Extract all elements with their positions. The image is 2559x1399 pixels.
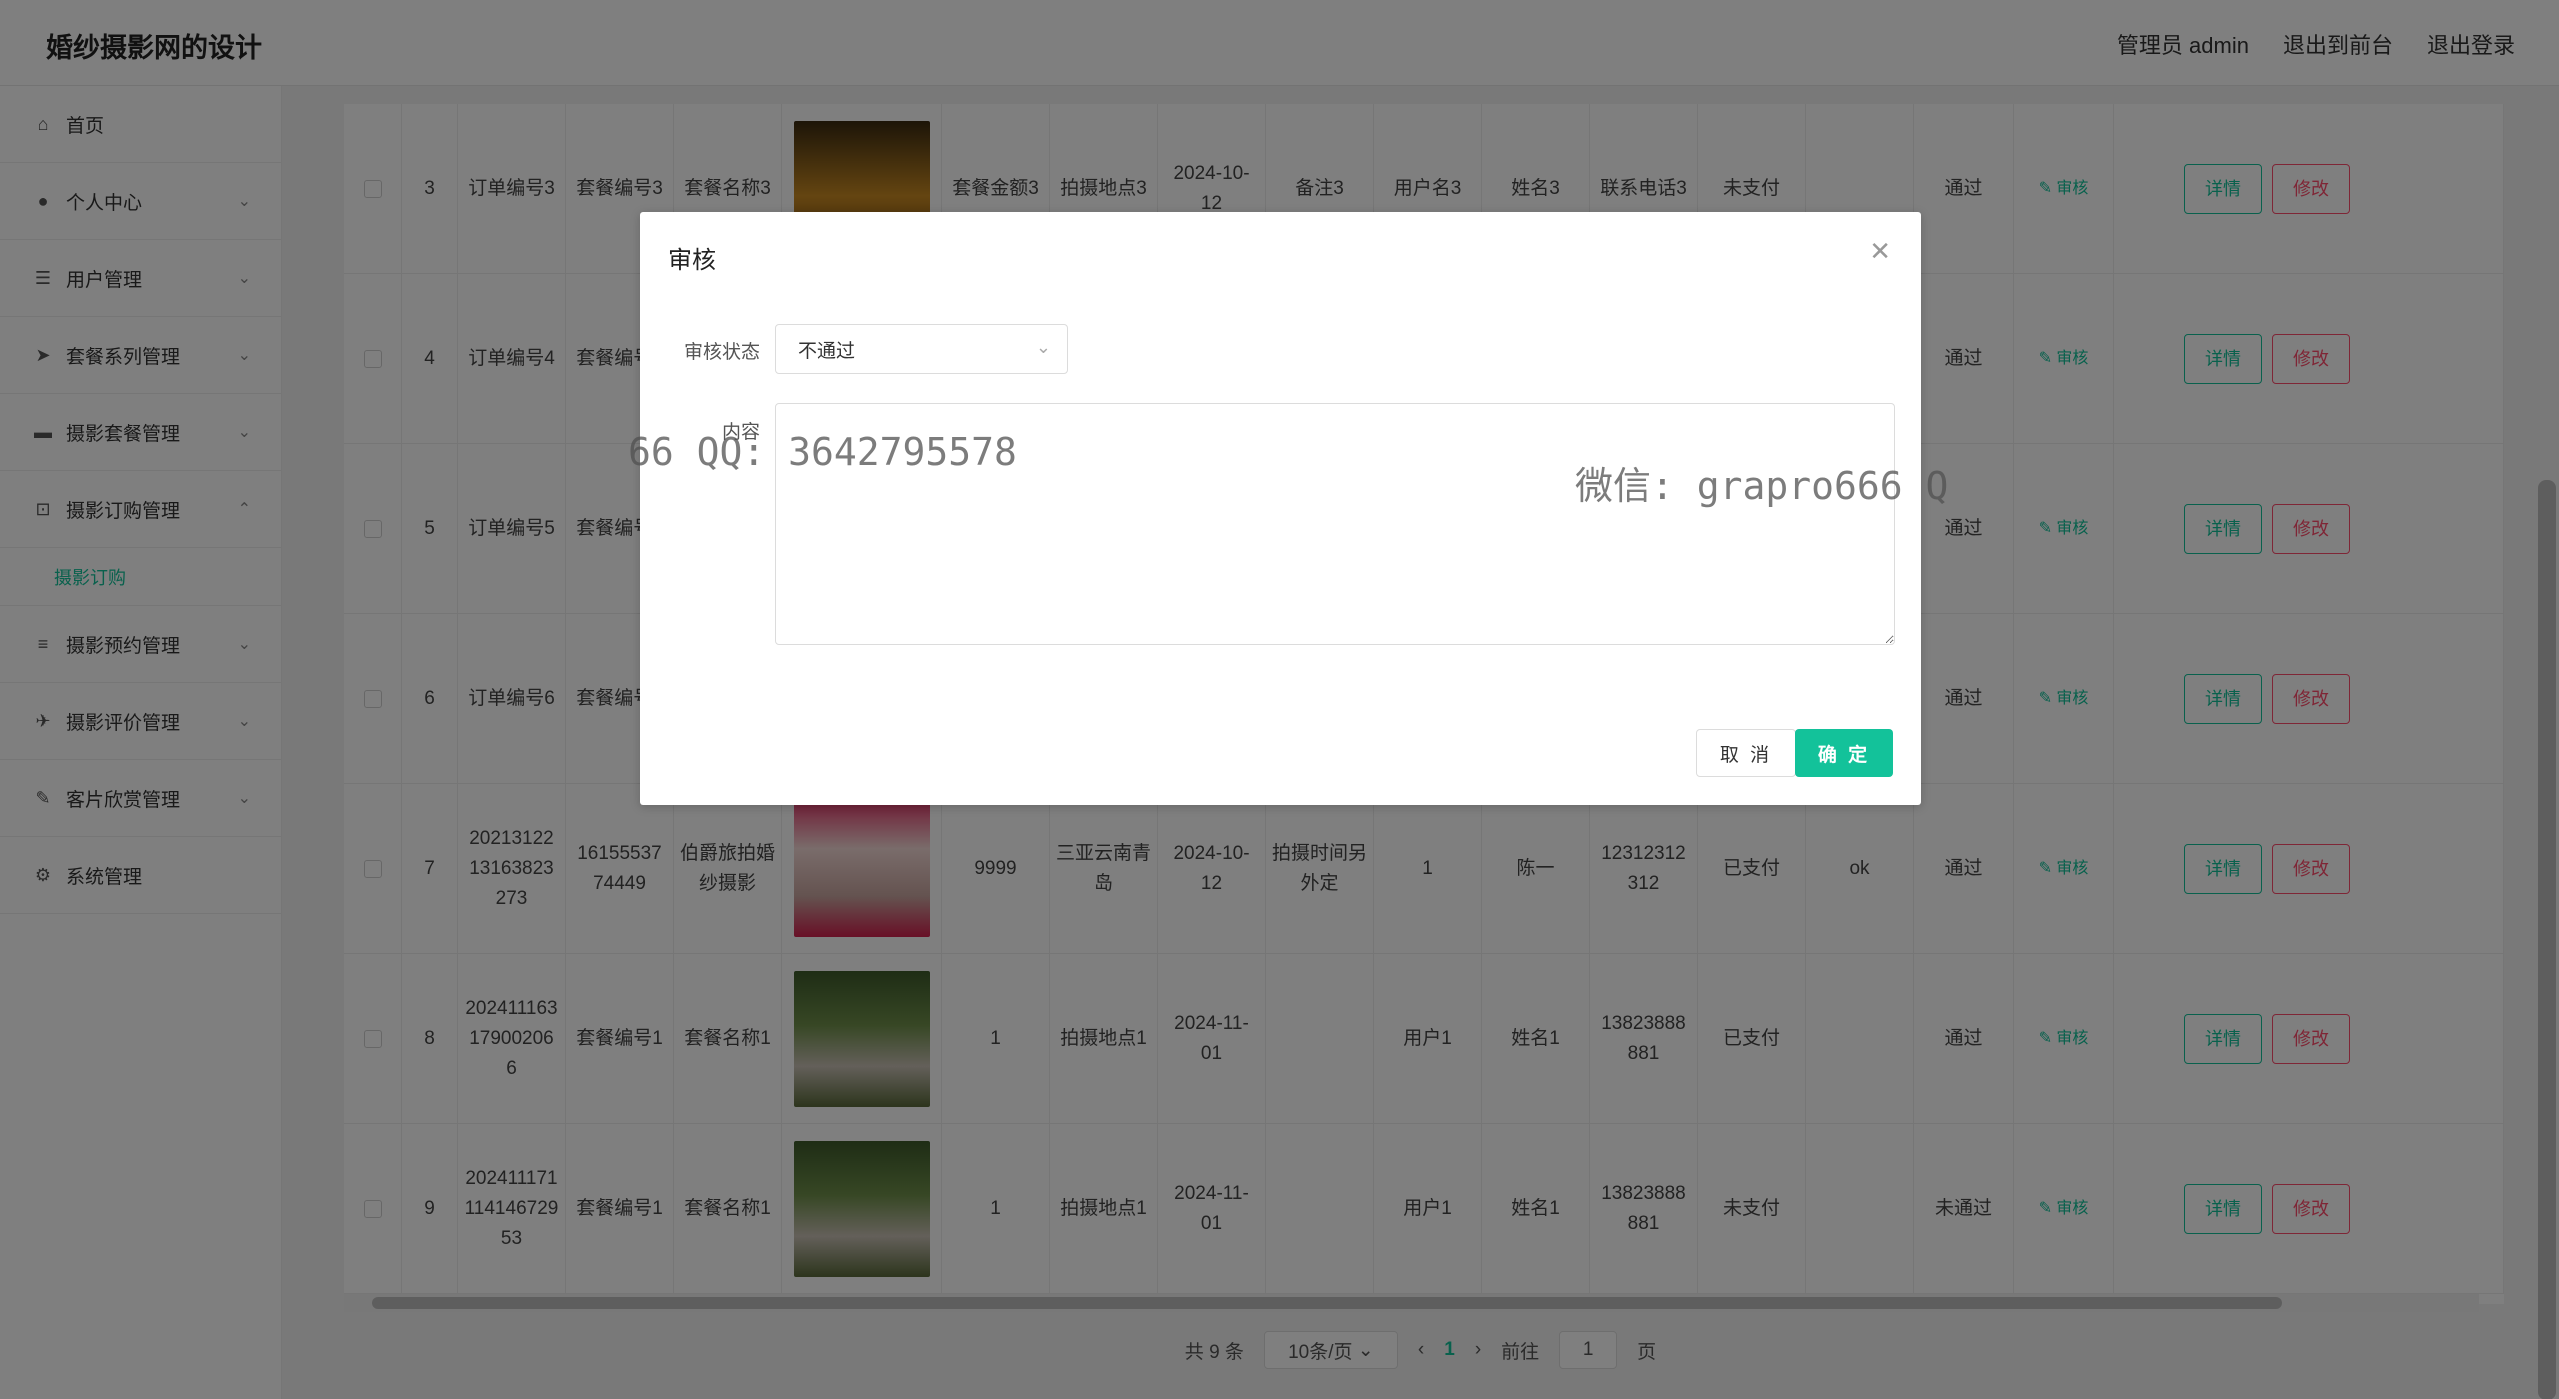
chevron-down-icon: ⌄ xyxy=(1035,337,1051,357)
confirm-button[interactable]: 确 定 xyxy=(1795,729,1893,777)
audit-status-label: 审核状态 xyxy=(683,342,760,363)
audit-status-value: 不通过 xyxy=(798,340,856,362)
dialog-title: 审核 xyxy=(668,247,716,274)
watermark-wechat: 微信: grapro666 Q xyxy=(1575,464,1949,508)
close-icon[interactable]: ✕ xyxy=(1869,236,1891,267)
watermark-qq: 66 QQ: 3642795578 xyxy=(628,430,1017,474)
cancel-button[interactable]: 取 消 xyxy=(1696,729,1796,777)
audit-status-select[interactable]: 不通过 ⌄ xyxy=(775,324,1068,374)
